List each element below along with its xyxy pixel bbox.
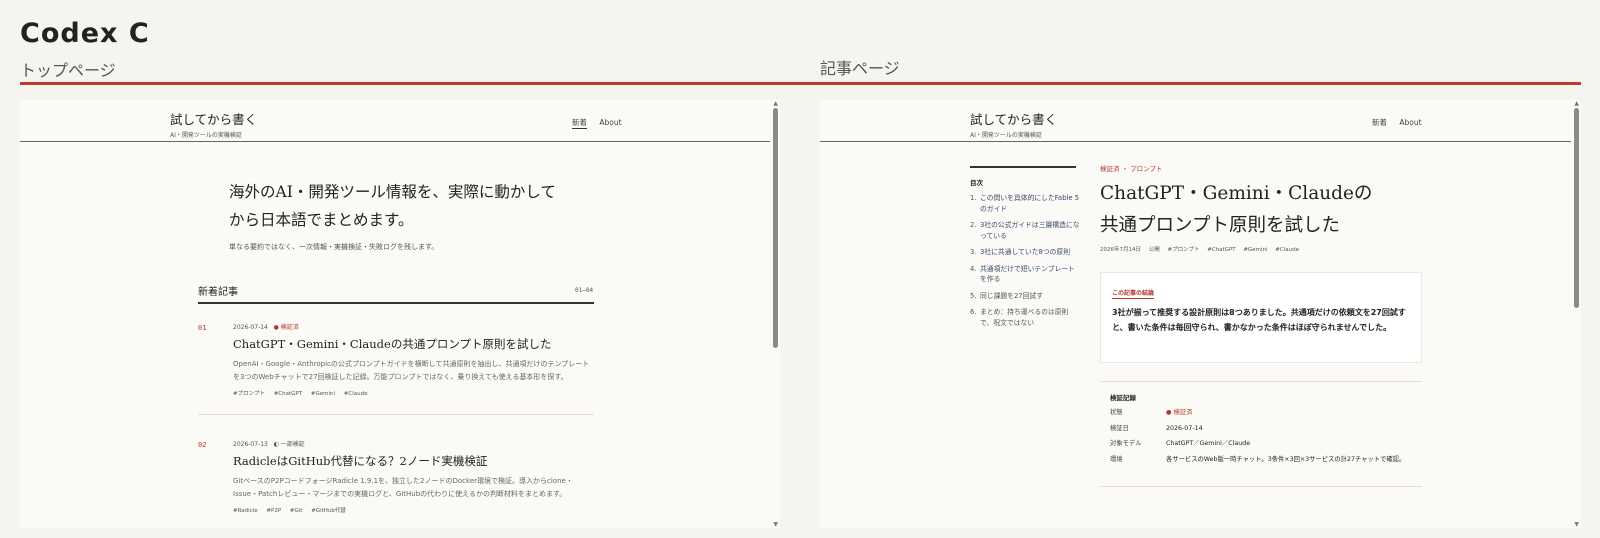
scrollbar[interactable]: ▲ ▼ (770, 100, 780, 528)
scroll-down-icon[interactable]: ▼ (773, 521, 778, 528)
article-tags: #Radicle #P2P #Git #GitHub代替 (233, 506, 353, 514)
hero-heading: 海外のAI・開発ツール情報を、実際に動かして から日本語でまとめます。 (229, 178, 569, 234)
hero-line-1: 海外のAI・開発ツール情報を、実際に動かして (229, 183, 556, 201)
toc-item[interactable]: 1. この問いを具体的にしたFable 5のガイド (970, 193, 1080, 214)
article-title-link[interactable]: RadicleはGitHub代替になる？2ノード実機検証 (233, 453, 487, 469)
scroll-thumb[interactable] (1574, 108, 1579, 308)
tag-link[interactable]: #Claude (344, 391, 368, 397)
nav-about[interactable]: About (1399, 118, 1421, 127)
nav-new[interactable]: 新着 (572, 118, 587, 129)
site-header: 試してから書く AI・開発ツールの実機検証 新着 About (20, 100, 780, 142)
article-meta: 2026-07-13 ◐ 一部検証 (233, 439, 305, 448)
top-page-preview: 試してから書く AI・開発ツールの実機検証 新着 About 海外のAI・開発ツ… (20, 100, 780, 528)
site-tagline: AI・開発ツールの実機検証 (170, 132, 242, 139)
site-tagline: AI・開発ツールの実機検証 (970, 132, 1042, 139)
conclusion-box: この記事の結論 3社が揃って推奨する設計原則は8つありました。共通項だけの依頼文… (1100, 272, 1422, 363)
page-title: Codex C (20, 18, 150, 49)
record-row: 環境 各サービスのWeb版一時チャット。3条件×3回×3サービスの計27チャットで… (1110, 455, 1406, 463)
publish-date: 2026年7月14日 (1100, 247, 1141, 253)
status-dot-icon: ● (273, 324, 279, 331)
article-title: ChatGPT・Gemini・Claudeの 共通プロンプト原則を試した (1100, 183, 1373, 236)
top-page-label: トップページ (20, 61, 116, 80)
hero-subtext: 単なる要約ではなく、一次情報・実機検証・失敗ログを残します。 (229, 243, 439, 251)
tag-link[interactable]: #ChatGPT (1207, 247, 1235, 253)
site-brand[interactable]: 試してから書く AI・開発ツールの実機検証 (170, 109, 257, 139)
toc-item[interactable]: 4. 共通項だけで短いテンプレートを作る (970, 264, 1080, 285)
verification-record: 状態 ● 検証済 検証日 2026-07-14 対象モデル ChatGPT／Gemin… (1110, 408, 1410, 470)
conclusion-text: 3社が揃って推奨する設計原則は8つありました。共通項だけの依頼文を27回試すと、… (1112, 308, 1406, 332)
scroll-thumb[interactable] (773, 108, 778, 348)
record-row: 検証日 2026-07-14 (1110, 424, 1203, 432)
nav-new[interactable]: 新着 (1372, 118, 1387, 127)
site-name: 試してから書く (170, 112, 258, 127)
article-date: 2026-07-14 (233, 324, 268, 331)
section-range: 01–04 (575, 287, 594, 294)
conclusion-label: この記事の結論 (1112, 290, 1155, 299)
tag-link[interactable]: #Claude (1275, 247, 1299, 253)
breadcrumb[interactable]: 検証済 ・ プロンプト (1100, 163, 1162, 173)
article-page-preview: 試してから書く AI・開発ツールの実機検証 新着 About 目次 1. この問い… (820, 100, 1581, 528)
accent-rule (20, 82, 1581, 85)
site-header: 試してから書く AI・開発ツールの実機検証 新着 About (820, 100, 1581, 142)
record-row: 対象モデル ChatGPT／Gemini／Claude (1110, 440, 1251, 447)
hero-line-2: から日本語でまとめます。 (229, 211, 414, 229)
scroll-up-icon[interactable]: ▲ (1574, 100, 1579, 107)
site-nav: 新着 About (1362, 117, 1422, 128)
scroll-up-icon[interactable]: ▲ (773, 100, 778, 107)
article-page-label: 記事ページ (820, 59, 900, 78)
site-name: 試してから書く (970, 112, 1058, 127)
article-description: GitベースのP2PコードフォージRadicle 1.9.1を、独立した2ノード… (233, 477, 573, 498)
record-row: 状態 ● 検証済 (1110, 408, 1410, 418)
tag-link[interactable]: #ChatGPT (274, 391, 302, 397)
article-title-link[interactable]: ChatGPT・Gemini・Claudeの共通プロンプト原則を試した (233, 336, 552, 352)
record-divider (1100, 486, 1422, 487)
status-badge: 検証済 (280, 324, 299, 331)
toc-divider (970, 166, 1076, 168)
record-title: 検証記録 (1110, 394, 1136, 402)
toc-item[interactable]: 6. まとめ：持ち運べるのは原則で、呪文ではない (970, 307, 1080, 328)
status-badge: ● 検証済 (1166, 409, 1193, 416)
tag-link[interactable]: #プロンプト (233, 391, 265, 397)
tag-link[interactable]: #P2P (266, 508, 281, 514)
site-brand[interactable]: 試してから書く AI・開発ツールの実機検証 (970, 109, 1057, 139)
tag-link[interactable]: #Gemini (1243, 247, 1267, 253)
scroll-down-icon[interactable]: ▼ (1574, 521, 1579, 528)
site-nav: 新着 About (562, 117, 622, 129)
toc-item[interactable]: 5. 同じ課題を27回試す (970, 291, 1080, 302)
nav-about[interactable]: About (599, 118, 621, 127)
tag-link[interactable]: #GitHub代替 (311, 508, 346, 514)
tag-link[interactable]: #Git (290, 508, 303, 514)
record-divider (1100, 381, 1422, 382)
section-title: 新着記事 (198, 287, 238, 298)
article-number: 01 (198, 324, 207, 332)
status-badge: 一部検証 (280, 441, 305, 448)
article-meta: 2026年7月14日 公開 #プロンプト #ChatGPT #Gemini #C… (1100, 245, 1305, 253)
toc-item[interactable]: 3. 3社に共通していた8つの原則 (970, 247, 1080, 258)
tag-link[interactable]: #プロンプト (1168, 247, 1200, 253)
article-date: 2026-07-13 (233, 441, 268, 448)
tag-link[interactable]: #Radicle (233, 508, 258, 514)
toc-title: 目次 (970, 179, 983, 187)
table-of-contents: 1. この問いを具体的にしたFable 5のガイド 2. 3社の公式ガイドは三層構造… (970, 193, 1080, 334)
publish-state: 公開 (1148, 247, 1160, 253)
article-tags: #プロンプト #ChatGPT #Gemini #Claude (233, 389, 374, 397)
scrollbar[interactable]: ▲ ▼ (1571, 100, 1581, 528)
status-half-icon: ◐ (273, 441, 279, 448)
article-divider (198, 414, 594, 415)
article-meta: 2026-07-14 ● 検証済 (233, 322, 299, 331)
article-description: OpenAI・Google・Anthropicの公式プロンプトガイドを横断して共… (233, 360, 590, 381)
section-divider (198, 302, 594, 304)
toc-item[interactable]: 2. 3社の公式ガイドは三層構造になっている (970, 220, 1080, 241)
tag-link[interactable]: #Gemini (311, 391, 335, 397)
article-number: 02 (198, 441, 207, 449)
